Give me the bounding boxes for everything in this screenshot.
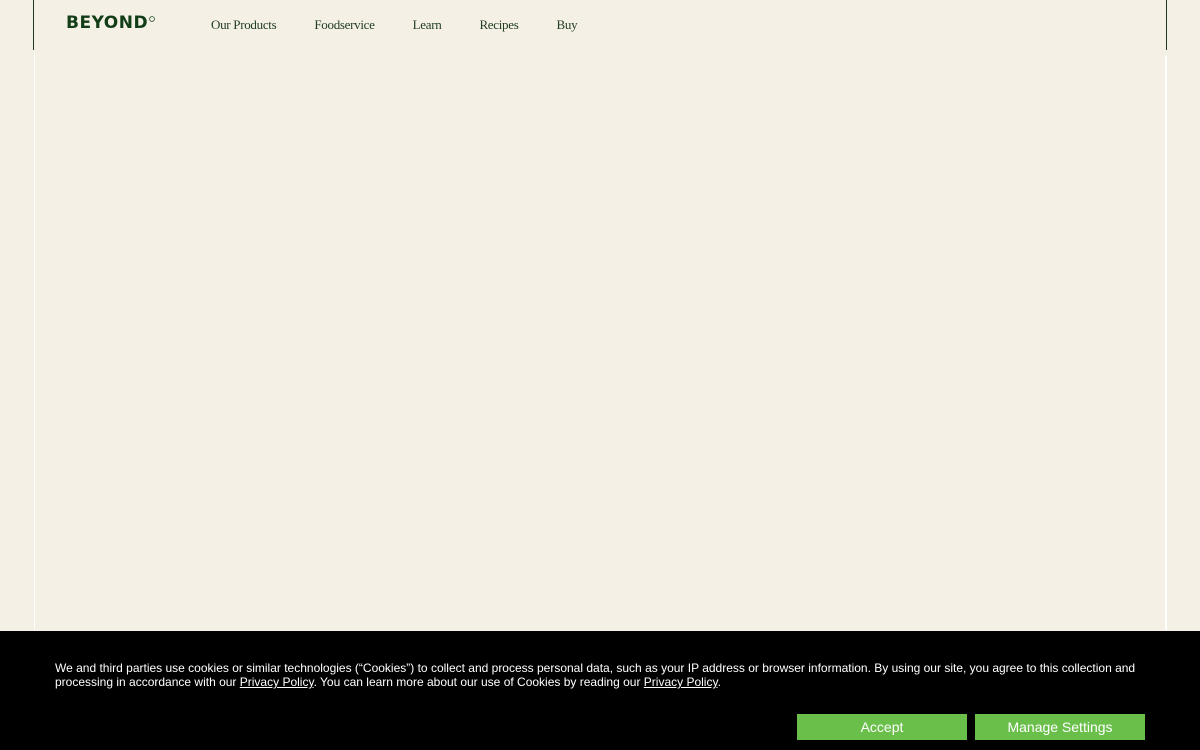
nav-recipes[interactable]: Recipes bbox=[479, 16, 518, 34]
nav-buy[interactable]: Buy bbox=[557, 16, 578, 34]
logo-text: BEYOND bbox=[66, 13, 149, 33]
frame-border-right bbox=[1166, 0, 1167, 50]
privacy-policy-link-1[interactable]: Privacy Policy bbox=[240, 675, 314, 689]
cookie-notice-text: We and third parties use cookies or simi… bbox=[55, 661, 1155, 689]
main-nav: Our Products Foodservice Learn Recipes B… bbox=[211, 16, 578, 34]
privacy-policy-link-2[interactable]: Privacy Policy bbox=[644, 675, 718, 689]
nav-foodservice[interactable]: Foodservice bbox=[314, 16, 375, 34]
cookie-text-part3: . bbox=[717, 675, 721, 689]
manage-settings-button[interactable]: Manage Settings bbox=[975, 714, 1145, 740]
page: BEYOND Our Products Foodservice Learn Re… bbox=[0, 0, 1200, 750]
frame-edge-left bbox=[34, 52, 35, 630]
frame-edge-right bbox=[1165, 55, 1167, 630]
nav-learn[interactable]: Learn bbox=[413, 16, 442, 34]
registered-mark-icon bbox=[149, 16, 155, 22]
accept-cookies-button[interactable]: Accept bbox=[797, 714, 967, 740]
nav-our-products[interactable]: Our Products bbox=[211, 16, 277, 34]
beyond-logo[interactable]: BEYOND bbox=[66, 13, 155, 33]
cookie-text-part2: . You can learn more about our use of Co… bbox=[313, 675, 644, 689]
cookie-banner: We and third parties use cookies or simi… bbox=[0, 631, 1200, 750]
site-header: BEYOND Our Products Foodservice Learn Re… bbox=[34, 0, 1166, 50]
